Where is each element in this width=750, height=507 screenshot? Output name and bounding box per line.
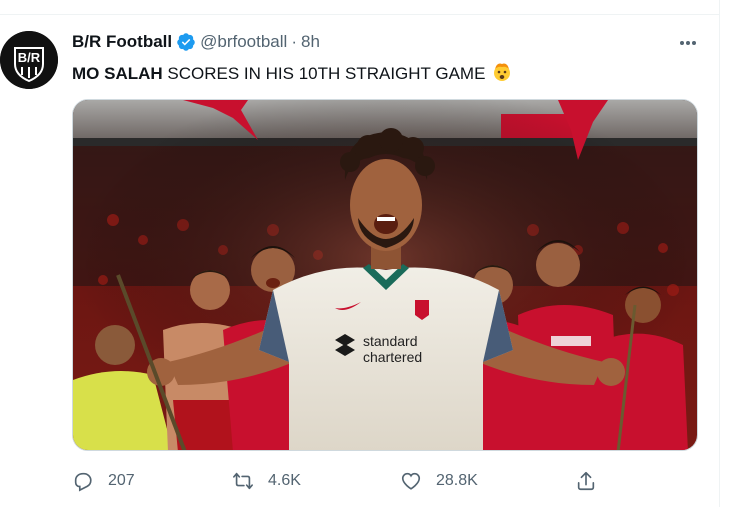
- timestamp[interactable]: 8h: [301, 32, 320, 52]
- tweet-header: B/R Football @brfootball · 8h: [72, 32, 320, 52]
- sponsor-line-1: standard: [363, 333, 417, 349]
- share-icon: [577, 471, 595, 491]
- like-count: 28.8K: [436, 472, 478, 489]
- avatar[interactable]: B/R: [0, 31, 58, 89]
- tweet-actions: 207 4.6K 28.8K: [72, 466, 632, 496]
- share-button[interactable]: [575, 466, 597, 496]
- more-dots-icon: [680, 41, 696, 45]
- retweet-count: 4.6K: [268, 472, 301, 489]
- br-logo: B/R: [0, 31, 58, 89]
- tweet-media-image[interactable]: standard chartered: [72, 99, 698, 451]
- retweet-button[interactable]: 4.6K: [232, 466, 301, 496]
- reply-count: 207: [108, 472, 135, 489]
- display-name[interactable]: B/R Football: [72, 32, 172, 52]
- more-options-button[interactable]: [676, 33, 700, 53]
- reply-button[interactable]: 207: [72, 466, 135, 496]
- reply-icon: [74, 472, 92, 492]
- exploding-head-emoji-icon: [491, 60, 513, 87]
- sponsor-line-2: chartered: [363, 349, 422, 365]
- separator-dot: ·: [291, 32, 297, 51]
- tweet-text: MO SALAH SCORES IN HIS 10TH STRAIGHT GAM…: [72, 60, 513, 87]
- top-divider: [0, 14, 720, 15]
- verified-badge-icon: [176, 32, 196, 52]
- tweet-text-bold: MO SALAH: [72, 63, 163, 83]
- timeline-border: [719, 0, 720, 507]
- heart-icon: [401, 472, 421, 490]
- avatar-logo-text: B/R: [18, 50, 41, 65]
- handle[interactable]: @brfootball: [200, 32, 287, 52]
- tweet-text-rest: SCORES IN HIS 10TH STRAIGHT GAME: [162, 63, 486, 83]
- retweet-icon: [233, 472, 253, 490]
- like-button[interactable]: 28.8K: [400, 466, 478, 496]
